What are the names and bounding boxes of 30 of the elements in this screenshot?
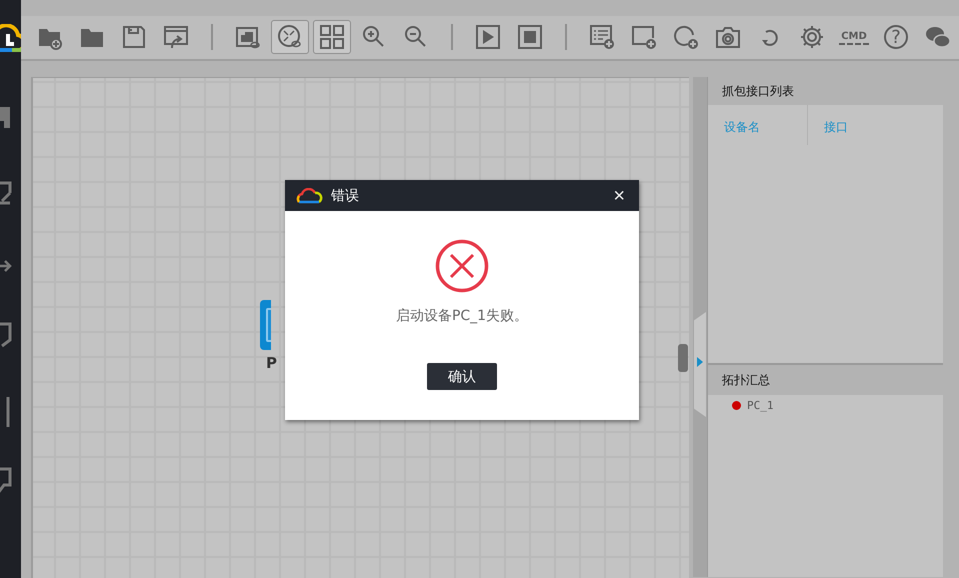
pc-node-icon[interactable] (260, 300, 271, 350)
window-arrow-icon (163, 24, 189, 50)
panel-title: 抓包接口列表 (708, 77, 943, 105)
camera-icon (715, 24, 741, 50)
panel-title: 拓扑汇总 (708, 365, 943, 395)
ellipse-plus-icon (673, 24, 699, 50)
play-icon (475, 24, 501, 50)
scrollbar-thumb[interactable] (678, 344, 688, 372)
device-view-icon (235, 24, 261, 50)
cmd-button[interactable]: CMD (835, 20, 873, 54)
device-name[interactable]: PC_1 (747, 399, 774, 412)
settings-icon (799, 24, 825, 50)
stop-icon (517, 24, 543, 50)
list-plus-icon (589, 24, 615, 50)
column-header[interactable]: 接口 (808, 105, 848, 145)
node-label: P (266, 354, 277, 372)
error-icon (435, 239, 489, 293)
topology-icon-button[interactable] (271, 20, 309, 54)
dialog-title: 错误 (331, 186, 360, 204)
close-button[interactable]: × (609, 186, 629, 206)
grid-icon (319, 24, 345, 50)
grid-icon-button[interactable] (313, 20, 351, 54)
confirm-button[interactable]: 确认 (427, 363, 497, 390)
rectangle-plus-icon (631, 24, 657, 50)
error-message: 启动设备PC_1失败。 (396, 307, 528, 325)
column-header[interactable]: 设备名 (708, 105, 808, 145)
save-icon (121, 24, 147, 50)
cloud-logo-icon (295, 188, 323, 204)
expand-arrow-icon[interactable] (697, 357, 703, 367)
help-button[interactable]: ? (877, 20, 915, 54)
